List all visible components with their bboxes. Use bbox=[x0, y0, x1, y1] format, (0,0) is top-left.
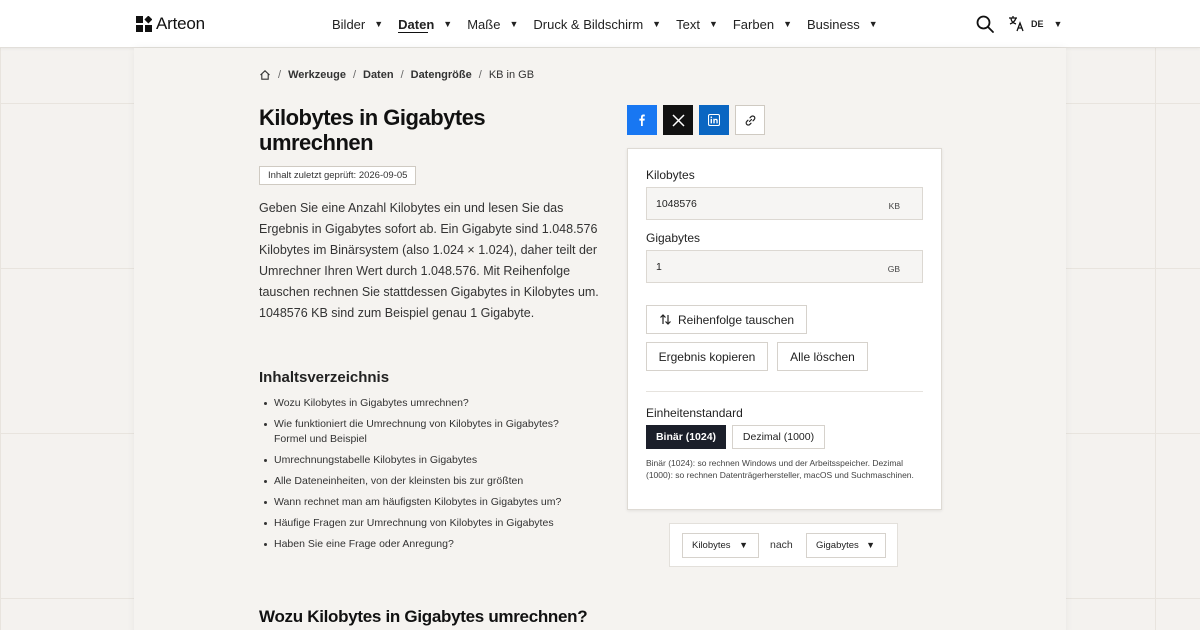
to-field-label: Gigabytes bbox=[646, 231, 701, 245]
breadcrumb-separator: / bbox=[352, 69, 356, 81]
clear-all-button[interactable]: Alle löschen bbox=[777, 342, 868, 371]
copy-link-button[interactable] bbox=[735, 105, 765, 135]
main-nav: Bilder ▼ Daten ▼ Maße ▼ Druck & Bildschirm ▼… bbox=[332, 0, 893, 48]
converter-panel: Kilobytes KB Gigabytes GB Reihenfolge ta… bbox=[627, 148, 942, 510]
swap-arrows-icon bbox=[660, 314, 671, 325]
toc-item[interactable]: Umrechnungstabelle Kilobytes in Gigabyte… bbox=[264, 453, 594, 468]
unit-picker: Kilobytes ▼ nach Gigabytes ▼ bbox=[669, 523, 898, 567]
toc-item[interactable]: Wozu Kilobytes in Gigabytes umrechnen? bbox=[264, 396, 594, 411]
caret-down-icon: ▼ bbox=[374, 19, 384, 29]
facebook-share-button[interactable] bbox=[627, 105, 657, 135]
search-icon[interactable] bbox=[975, 14, 995, 34]
intro-paragraph: Geben Sie eine Anzahl Kilobytes ein und … bbox=[259, 201, 599, 320]
toc-title: Inhaltsverzeichnis bbox=[259, 369, 390, 386]
nav-item-label: Bilder bbox=[332, 16, 366, 32]
nav-item-daten[interactable]: Daten ▼ bbox=[398, 0, 452, 48]
caret-down-icon: ▼ bbox=[509, 19, 519, 29]
nav-item-label: Daten bbox=[398, 16, 435, 32]
facebook-icon bbox=[639, 114, 645, 126]
from-unit-select-value: Kilobytes bbox=[692, 540, 731, 551]
breadcrumb-separator: / bbox=[400, 69, 404, 81]
nav-item-farben[interactable]: Farben ▼ bbox=[733, 0, 792, 48]
brand-mark-icon bbox=[136, 16, 152, 32]
from-unit: KB bbox=[888, 201, 900, 211]
to-unit: GB bbox=[887, 264, 900, 274]
swap-order-button[interactable]: Reihenfolge tauschen bbox=[646, 305, 807, 334]
to-unit-select[interactable]: Gigabytes ▼ bbox=[806, 533, 886, 558]
x-share-button[interactable] bbox=[663, 105, 693, 135]
breadcrumb-daten[interactable]: Daten bbox=[363, 69, 394, 81]
share-buttons bbox=[627, 105, 765, 135]
language-code: DE bbox=[1031, 18, 1044, 29]
nav-item-masse[interactable]: Maße ▼ bbox=[467, 0, 518, 48]
page-title: Kilobytes in Gigabytes umrechnen bbox=[259, 105, 486, 155]
swap-order-label: Reihenfolge tauschen bbox=[677, 312, 795, 327]
gigabytes-input[interactable] bbox=[647, 251, 877, 282]
nav-item-text[interactable]: Text ▼ bbox=[676, 0, 718, 48]
toc-item[interactable]: Alle Dateneinheiten, von der kleinsten b… bbox=[264, 474, 594, 489]
unit-standard-label: Einheitenstandard bbox=[646, 406, 743, 420]
unit-picker-connector: nach bbox=[770, 539, 793, 551]
nav-item-label: Business bbox=[806, 16, 860, 32]
to-input-box: GB bbox=[646, 250, 923, 283]
top-header: Arteon Bilder ▼ Daten ▼ Maße ▼ Druck & Bild… bbox=[0, 0, 1200, 48]
nav-item-label: Text bbox=[676, 16, 700, 32]
nav-item-business[interactable]: Business ▼ bbox=[807, 0, 878, 48]
x-icon bbox=[671, 113, 685, 127]
toc-item[interactable]: Wie funktioniert die Umrechnung von Kilo… bbox=[264, 417, 594, 447]
brand-logo[interactable]: Arteon bbox=[136, 14, 205, 34]
standard-binary-option[interactable]: Binär (1024) bbox=[646, 425, 726, 449]
reviewed-badge: Inhalt zuletzt geprüft: 2026-09-05 bbox=[259, 166, 417, 185]
clear-all-label: Alle löschen bbox=[790, 349, 855, 364]
toc-item[interactable]: Häufige Fragen zur Umrechnung von Kiloby… bbox=[264, 516, 594, 531]
home-icon[interactable] bbox=[259, 69, 271, 81]
kilobytes-input[interactable] bbox=[647, 188, 877, 219]
breadcrumb-datengroesse[interactable]: Datengröße bbox=[411, 69, 472, 81]
breadcrumb: / Werkzeuge / Daten / Datengröße / KB in… bbox=[259, 69, 534, 81]
toc-item[interactable]: Wann rechnet man am häufigsten Kilobytes… bbox=[264, 495, 594, 510]
toc-item[interactable]: Haben Sie eine Frage oder Anregung? bbox=[264, 537, 594, 552]
breadcrumb-separator: / bbox=[478, 69, 482, 81]
caret-down-icon: ▼ bbox=[443, 19, 453, 29]
caret-down-icon: ▼ bbox=[708, 19, 718, 29]
caret-down-icon: ▼ bbox=[739, 540, 748, 550]
unit-standard-note: Binär (1024): so rechnen Windows und der… bbox=[646, 458, 914, 480]
nav-item-label: Farben bbox=[732, 16, 775, 32]
linkedin-icon bbox=[708, 114, 720, 126]
copy-result-button[interactable]: Ergebnis kopieren bbox=[646, 342, 768, 371]
language-switcher[interactable]: DE ▼ bbox=[1008, 15, 1062, 32]
from-unit-select[interactable]: Kilobytes ▼ bbox=[682, 533, 759, 558]
breadcrumb-werkzeuge[interactable]: Werkzeuge bbox=[288, 69, 346, 81]
breadcrumb-current: KB in GB bbox=[488, 69, 535, 81]
panel-divider bbox=[646, 391, 923, 392]
caret-down-icon: ▼ bbox=[652, 19, 662, 29]
nav-item-druck-bildschirm[interactable]: Druck & Bildschirm ▼ bbox=[533, 0, 661, 48]
caret-down-icon: ▼ bbox=[866, 540, 875, 550]
copy-result-label: Ergebnis kopieren bbox=[658, 349, 756, 364]
breadcrumb-separator: / bbox=[278, 69, 282, 81]
link-icon bbox=[745, 114, 755, 126]
nav-item-bilder[interactable]: Bilder ▼ bbox=[332, 0, 383, 48]
table-of-contents: Wozu Kilobytes in Gigabytes umrechnen? W… bbox=[264, 396, 594, 558]
nav-item-label: Druck & Bildschirm bbox=[533, 16, 644, 32]
nav-item-label: Maße bbox=[467, 16, 501, 32]
caret-down-icon: ▼ bbox=[783, 19, 792, 29]
caret-down-icon: ▼ bbox=[1053, 18, 1063, 29]
standard-decimal-option[interactable]: Dezimal (1000) bbox=[732, 425, 825, 449]
to-unit-select-value: Gigabytes bbox=[816, 540, 859, 551]
section-heading: Wozu Kilobytes in Gigabytes umrechnen? bbox=[259, 607, 588, 626]
brand-name: Arteon bbox=[156, 14, 205, 33]
from-field-label: Kilobytes bbox=[646, 168, 695, 182]
linkedin-share-button[interactable] bbox=[699, 105, 729, 135]
from-input-box: KB bbox=[646, 187, 923, 220]
caret-down-icon: ▼ bbox=[868, 19, 878, 29]
translate-icon bbox=[1009, 16, 1024, 32]
